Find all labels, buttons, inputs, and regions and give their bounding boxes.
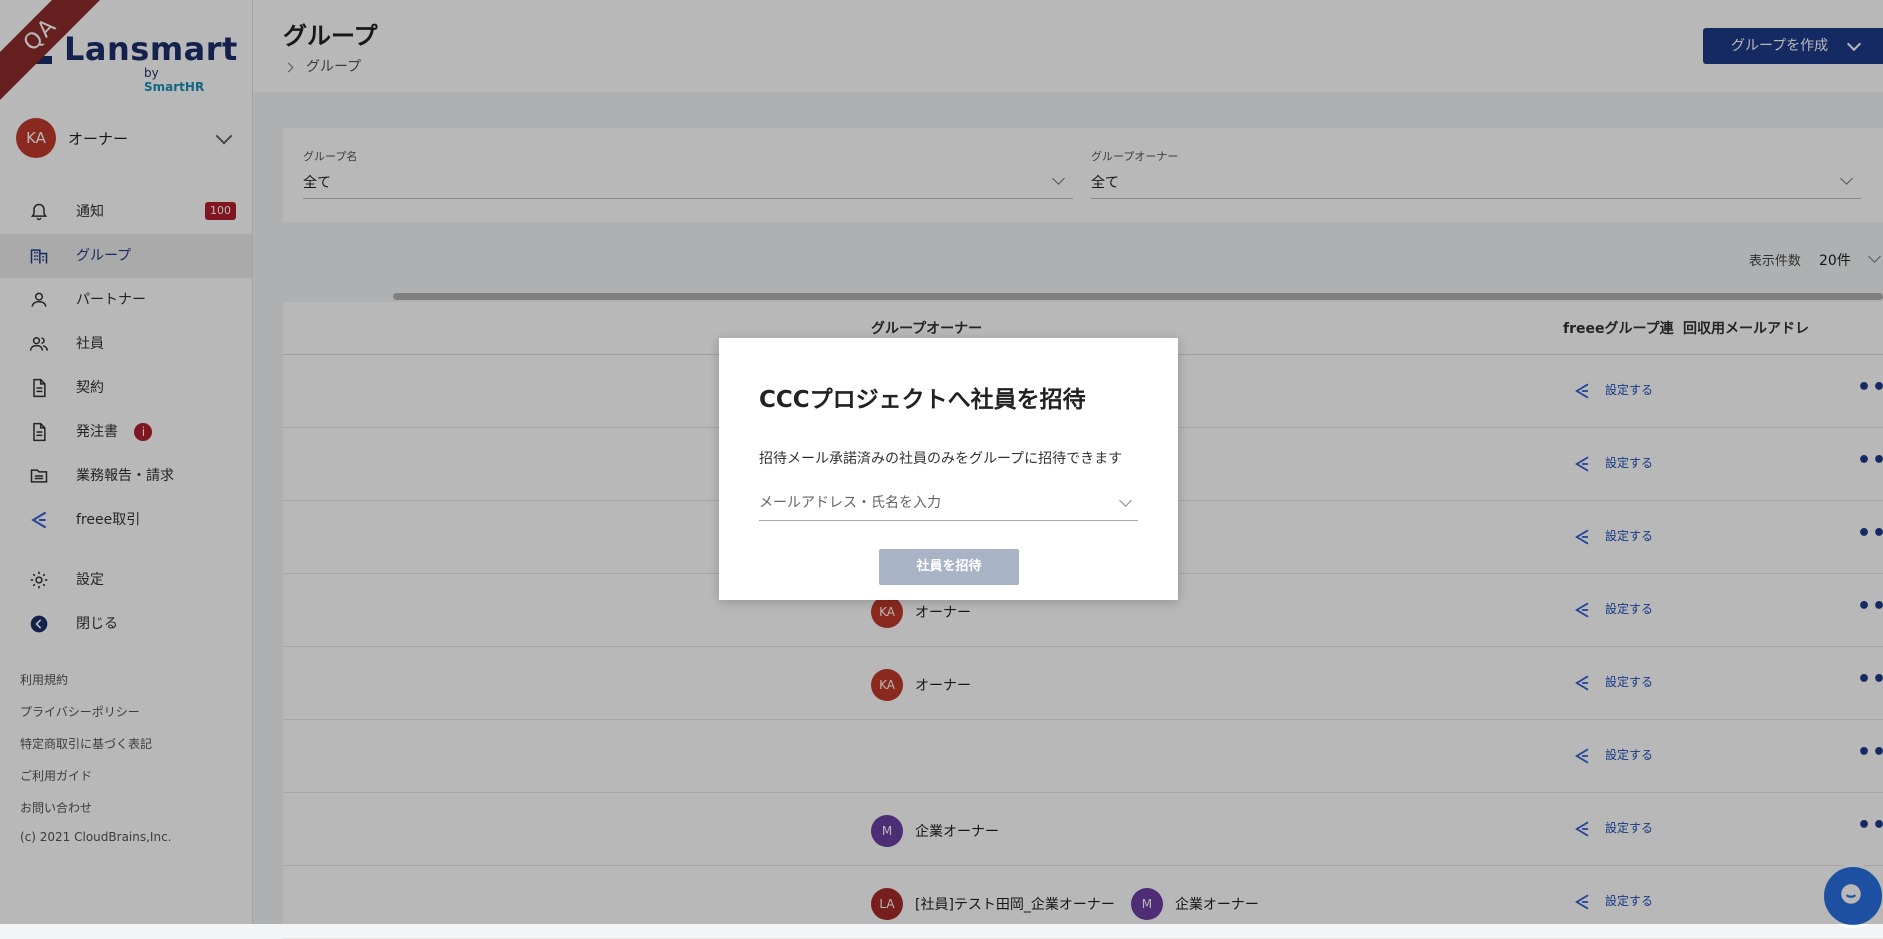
invite-employee-button[interactable]: 社員を招待 <box>879 549 1019 585</box>
invite-employee-dialog: CCCプロジェクトへ社員を招待 招待メール承諾済みの社員のみをグループに招待でき… <box>719 338 1178 600</box>
chevron-down-icon <box>1119 494 1132 507</box>
input-placeholder: メールアドレス・氏名を入力 <box>759 495 941 511</box>
employee-search-input[interactable]: メールアドレス・氏名を入力 <box>759 490 1138 521</box>
dialog-title: CCCプロジェクトへ社員を招待 <box>759 387 1086 413</box>
dialog-description: 招待メール承諾済みの社員のみをグループに招待できます <box>759 451 1123 467</box>
